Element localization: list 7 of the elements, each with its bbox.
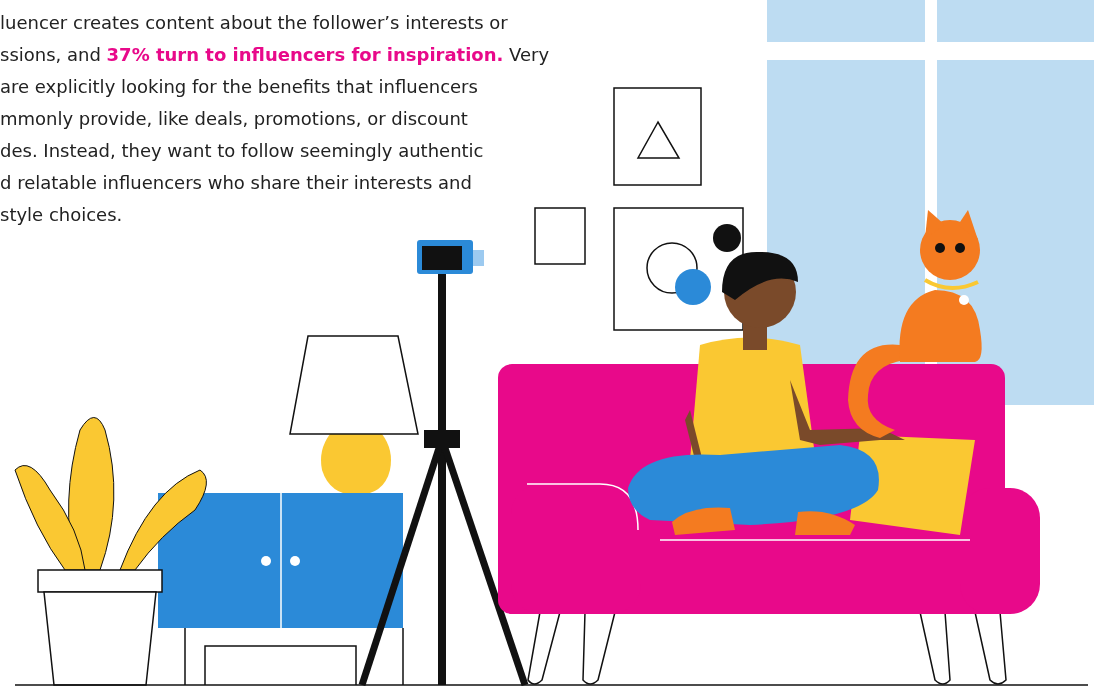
paragraph-line: ssions, and 37% turn to influencers for inspiration. Very: [0, 43, 550, 67]
paragraph-line: des. Instead, they want to follow seemingly authentic: [0, 139, 484, 163]
paragraph-line: style choices.: [0, 203, 123, 227]
paragraph-line: luencer creates content about the follower’s interests or: [0, 11, 508, 35]
paragraph-line: are explicitly looking for the benefits that influencers: [0, 75, 478, 99]
paragraph-line: d relatable influencers who share their interests and: [0, 171, 472, 195]
paragraph-line: mmonly provide, like deals, promotions, or discount: [0, 107, 468, 131]
